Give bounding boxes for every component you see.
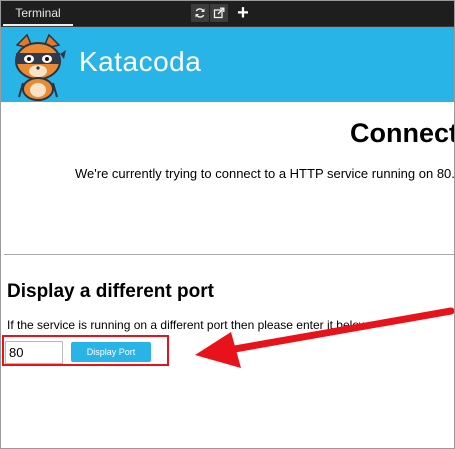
divider: [4, 254, 454, 255]
ninja-cat-logo: [15, 33, 66, 101]
brand-name: Katacoda: [79, 46, 202, 77]
brand-header: Katacoda: [1, 27, 454, 102]
highlight-box: [2, 335, 169, 366]
tab-terminal[interactable]: Terminal: [3, 1, 73, 26]
section-title: Display a different port: [7, 281, 214, 302]
refresh-icon[interactable]: [191, 4, 209, 22]
plus-icon[interactable]: +: [233, 2, 253, 24]
browser-frame: Terminal + Katacoda Connecti We're curre…: [0, 0, 455, 449]
tab-bar: Terminal +: [1, 1, 454, 27]
external-link-icon[interactable]: [210, 4, 228, 22]
status-message: We're currently trying to connect to a H…: [75, 166, 455, 181]
page-title: Connecti: [350, 118, 455, 148]
annotation-arrow: [195, 307, 454, 368]
